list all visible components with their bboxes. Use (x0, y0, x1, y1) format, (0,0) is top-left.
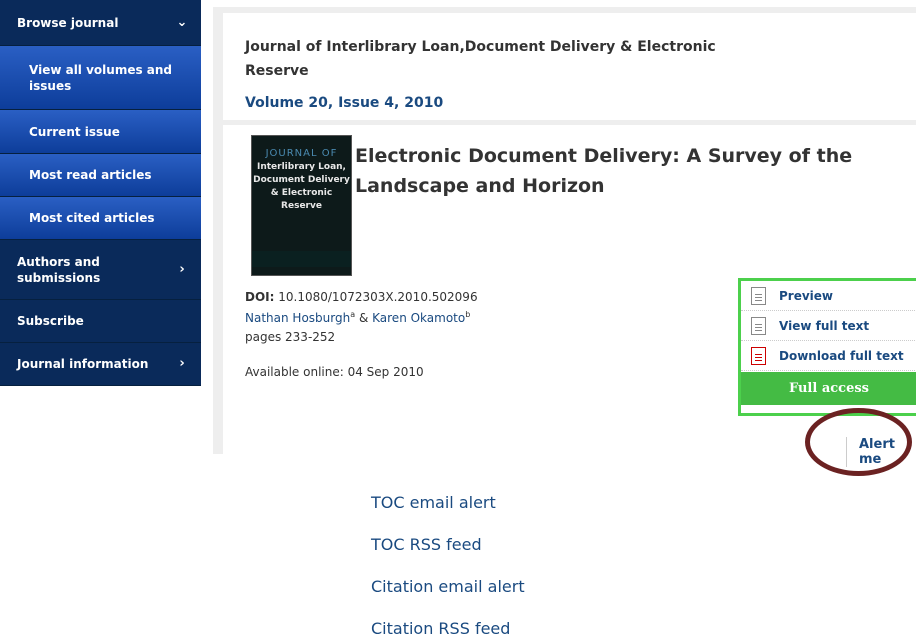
article-panel: Journal of Interlibrary Loan,Document De… (213, 7, 916, 467)
author-affiliation: b (465, 310, 471, 319)
citation-rss-feed-link[interactable]: Citation RSS feed (371, 619, 510, 638)
download-full-text-label: Download full text (779, 348, 904, 363)
author-link[interactable]: Karen Okamoto (372, 311, 465, 325)
access-box: Preview View full text Download full tex… (738, 278, 916, 416)
author-affiliation: a (350, 310, 356, 319)
view-full-text-link[interactable]: View full text (741, 311, 916, 341)
author-separator: & (358, 311, 369, 325)
sidebar-item-authors-submissions[interactable]: Authors and submissions › (0, 240, 201, 300)
sidebar-item-label: Most read articles (29, 168, 152, 182)
journal-cover-image: JOURNAL OF Interlibrary Loan, Document D… (251, 135, 352, 276)
toc-rss-feed-link[interactable]: TOC RSS feed (371, 535, 482, 554)
citation-email-alert-link[interactable]: Citation email alert (371, 577, 525, 596)
sidebar-item-browse-journal[interactable]: Browse journal ⌄ (0, 0, 201, 46)
journal-title: Journal of Interlibrary Loan,Document De… (245, 39, 716, 79)
toc-email-alert-link[interactable]: TOC email alert (371, 493, 496, 512)
sidebar-item-label: Journal information (17, 357, 149, 371)
document-icon (751, 316, 766, 335)
download-full-text-link[interactable]: Download full text (741, 341, 916, 371)
full-access-button[interactable]: Full access (741, 372, 916, 405)
preview-link[interactable]: Preview (741, 281, 916, 311)
sidebar-item-label: Current issue (29, 124, 120, 139)
sidebar-item-current-issue[interactable]: Current issue (0, 110, 201, 154)
sidebar-item-label: Authors and submissions (17, 254, 101, 285)
view-full-text-label: View full text (779, 318, 870, 333)
pdf-icon (751, 346, 766, 365)
sidebar-item-journal-information[interactable]: Journal information › (0, 343, 201, 386)
cover-journal-of: JOURNAL OF (265, 148, 338, 159)
doi: DOI: 10.1080/1072303X.2010.502096 (245, 290, 478, 304)
doi-label: DOI: (245, 290, 275, 304)
article-title: Electronic Document Delivery: A Survey o… (355, 145, 853, 197)
pages: pages 233-252 (245, 330, 336, 344)
sidebar-item-subscribe[interactable]: Subscribe (0, 300, 201, 343)
chevron-right-icon: › (179, 356, 185, 371)
sidebar-item-most-cited[interactable]: Most cited articles (0, 197, 201, 240)
available-online: Available online: 04 Sep 2010 (245, 365, 424, 379)
chevron-right-icon: › (179, 261, 185, 277)
preview-label: Preview (779, 288, 834, 303)
sidebar-item-label: Browse journal (17, 15, 119, 30)
chevron-down-icon: ⌄ (176, 14, 188, 30)
sidebar-item-label: Most cited articles (29, 211, 155, 225)
document-icon (751, 286, 766, 305)
sidebar-item-label: Subscribe (17, 314, 84, 328)
sidebar: Browse journal ⌄ View all volumes and is… (0, 0, 201, 386)
sidebar-item-view-all-volumes[interactable]: View all volumes and issues (0, 46, 201, 110)
divider (223, 120, 916, 125)
volume-issue-link[interactable]: Volume 20, Issue 4, 2010 (245, 95, 443, 111)
author-link[interactable]: Nathan Hosburgh (245, 311, 350, 325)
authors: Nathan Hosburgha & Karen Okamotob (245, 310, 470, 325)
cover-title: Interlibrary Loan, Document Delivery & E… (253, 162, 350, 211)
sidebar-item-most-read[interactable]: Most read articles (0, 154, 201, 197)
highlight-oval (805, 408, 912, 476)
cover-footer (252, 251, 351, 267)
doi-value: 10.1080/1072303X.2010.502096 (278, 290, 478, 304)
sidebar-item-label: View all volumes and issues (29, 62, 173, 93)
